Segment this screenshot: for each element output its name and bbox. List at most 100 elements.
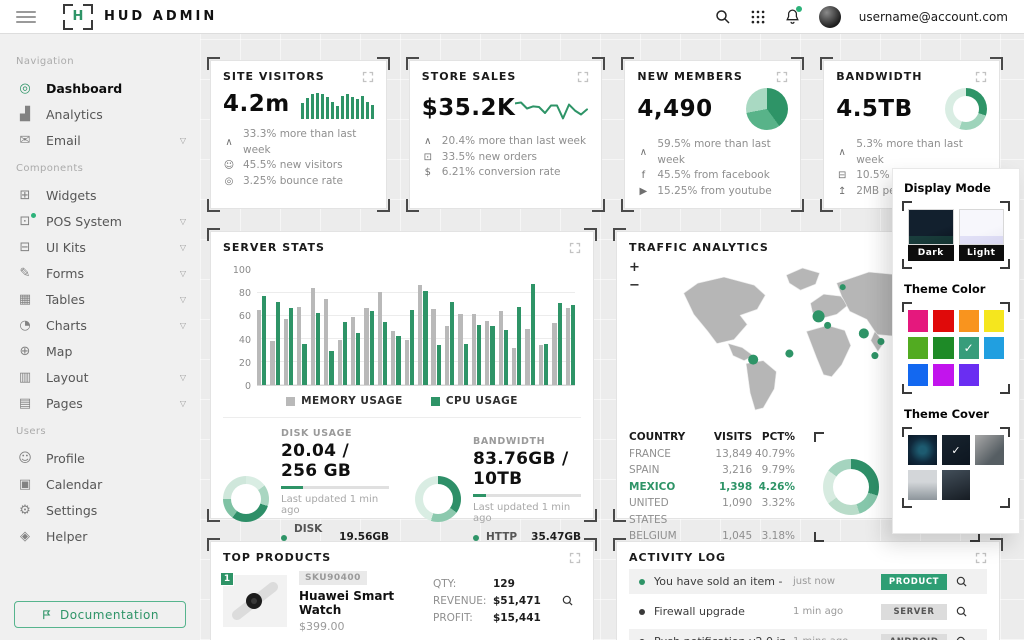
mini-bar <box>336 106 339 119</box>
activity-row: Push notification v2.0 installation1 min… <box>629 629 987 640</box>
bar-group <box>284 270 293 385</box>
sidebar-item-map[interactable]: ⊕Map <box>16 338 186 364</box>
map-marker[interactable] <box>813 310 825 322</box>
theme-color-swatch[interactable] <box>959 310 979 332</box>
theme-cover-dark-ring[interactable] <box>908 435 937 465</box>
sidebar-item-label: Settings <box>46 503 97 518</box>
cpu-bar <box>356 333 360 385</box>
country-row-spain[interactable]: SPAIN3,2169.79% <box>629 462 795 479</box>
menu-icon[interactable] <box>16 11 36 23</box>
mini-bar <box>326 97 329 119</box>
sidebar-item-ui-kits[interactable]: ⊟UI Kits▽ <box>16 234 186 260</box>
stat-line-text: 59.5% more than last week <box>657 137 788 168</box>
stat-main: 4,490 <box>637 88 788 130</box>
theme-color-swatch[interactable] <box>933 337 953 359</box>
sidebar-item-settings[interactable]: ⚙Settings <box>16 497 186 523</box>
apps-grid-icon[interactable] <box>750 9 766 25</box>
country-row-united-states[interactable]: UNITED STATES1,0903.32% <box>629 495 795 528</box>
magnifier-icon[interactable] <box>955 605 977 619</box>
map-marker[interactable] <box>785 350 793 358</box>
pos-icon: ⊡ <box>16 214 34 229</box>
expand-icon[interactable] <box>569 242 581 254</box>
expand-icon[interactable] <box>975 71 987 83</box>
column-header: COUNTRY <box>629 429 709 446</box>
sidebar-item-calendar[interactable]: ▣Calendar <box>16 471 186 497</box>
map-zoom-out-button[interactable]: − <box>629 281 640 291</box>
map-marker[interactable] <box>748 355 758 365</box>
sidebar-item-pos-system[interactable]: ⊡POS System▽ <box>16 208 186 234</box>
magnifier-icon[interactable] <box>955 635 977 640</box>
search-icon[interactable] <box>714 8 732 26</box>
map-zoom-in-button[interactable]: + <box>629 263 640 273</box>
sidebar-item-dashboard[interactable]: ◎Dashboard <box>16 75 186 101</box>
stat-line: ∧33.3% more than last week <box>223 127 374 158</box>
usage-updated: Last updated 1 min ago <box>281 494 389 516</box>
top-products-title: TOP PRODUCTS <box>223 551 331 564</box>
sidebar-item-layout[interactable]: ▥Layout▽ <box>16 364 186 390</box>
theme-cover-station[interactable] <box>908 470 937 500</box>
sidebar-item-helper[interactable]: ◈Helper <box>16 523 186 549</box>
stat-line-text: 3.25% bounce rate <box>243 174 343 190</box>
sidebar-item-pages[interactable]: ▤Pages▽ <box>16 390 186 416</box>
app-logo: H <box>66 7 90 27</box>
memory-bar <box>311 288 315 385</box>
map-marker[interactable] <box>871 352 878 359</box>
sidebar-item-tables[interactable]: ▦Tables▽ <box>16 286 186 312</box>
email-icon: ✉ <box>16 133 34 148</box>
avatar[interactable] <box>819 6 841 28</box>
forms-icon: ✎ <box>16 266 34 281</box>
mini-bar <box>371 105 374 119</box>
theme-cover-dark-check[interactable] <box>942 435 971 465</box>
notifications-bell-icon[interactable] <box>784 8 801 25</box>
usage-title: DISK USAGE <box>281 428 389 439</box>
documentation-button[interactable]: Documentation <box>14 601 186 628</box>
theme-cover-city[interactable] <box>942 470 971 500</box>
map-marker[interactable] <box>877 338 884 345</box>
sidebar-item-forms[interactable]: ✎Forms▽ <box>16 260 186 286</box>
theme-color-swatch[interactable] <box>933 364 953 386</box>
theme-color-swatch[interactable] <box>908 310 928 332</box>
theme-color-swatch-selected[interactable] <box>959 337 979 359</box>
expand-icon[interactable] <box>362 71 374 83</box>
theme-color-swatch[interactable] <box>933 310 953 332</box>
sidebar-item-analytics[interactable]: ▟Analytics <box>16 101 186 127</box>
map-marker[interactable] <box>859 328 869 338</box>
sidebar-item-charts[interactable]: ◔Charts▽ <box>16 312 186 338</box>
expand-icon[interactable] <box>577 71 589 83</box>
display-mode-light[interactable]: Light <box>959 209 1005 261</box>
sidebar-item-profile[interactable]: ☺Profile <box>16 445 186 471</box>
stat-line-text: 45.5% new visitors <box>243 158 343 174</box>
theme-color-swatch[interactable] <box>984 310 1004 332</box>
stat-value: 4.2m <box>223 91 290 117</box>
theme-cover-mountain[interactable] <box>975 435 1004 465</box>
sparkline-chart <box>515 88 589 127</box>
map-marker[interactable] <box>824 322 831 329</box>
legend-swatch <box>286 397 295 406</box>
theme-color-swatch[interactable] <box>908 364 928 386</box>
map-marker[interactable] <box>840 284 846 290</box>
sidebar-item-label: POS System <box>46 214 122 229</box>
stat-line: f45.5% from facebook <box>637 168 788 184</box>
country-row-mexico[interactable]: MEXICO1,3984.26% <box>629 479 795 496</box>
mini-bar <box>301 103 304 120</box>
usage-progress-bar <box>281 486 389 489</box>
country-row-france[interactable]: FRANCE13,84940.79% <box>629 446 795 463</box>
expand-icon[interactable] <box>975 552 987 564</box>
magnifier-icon[interactable] <box>561 594 581 608</box>
product-sku-chip: SKU90400 <box>299 571 367 585</box>
theme-color-swatch[interactable] <box>959 364 979 386</box>
map-africa <box>806 325 850 376</box>
theme-color-swatch[interactable] <box>908 337 928 359</box>
magnifier-icon[interactable] <box>955 575 977 589</box>
cpu-bar <box>504 330 508 385</box>
expand-icon[interactable] <box>569 552 581 564</box>
theme-color-swatch[interactable] <box>984 337 1004 359</box>
display-mode-dark[interactable]: Dark <box>908 209 954 261</box>
activity-text: Firewall upgrade <box>639 605 785 618</box>
cpu-bar <box>517 307 521 385</box>
sidebar-item-email[interactable]: ✉Email▽ <box>16 127 186 153</box>
expand-icon[interactable] <box>776 71 788 83</box>
bar-group <box>311 270 320 385</box>
sidebar-item-widgets[interactable]: ⊞Widgets <box>16 182 186 208</box>
mode-label: Light <box>959 245 1005 261</box>
